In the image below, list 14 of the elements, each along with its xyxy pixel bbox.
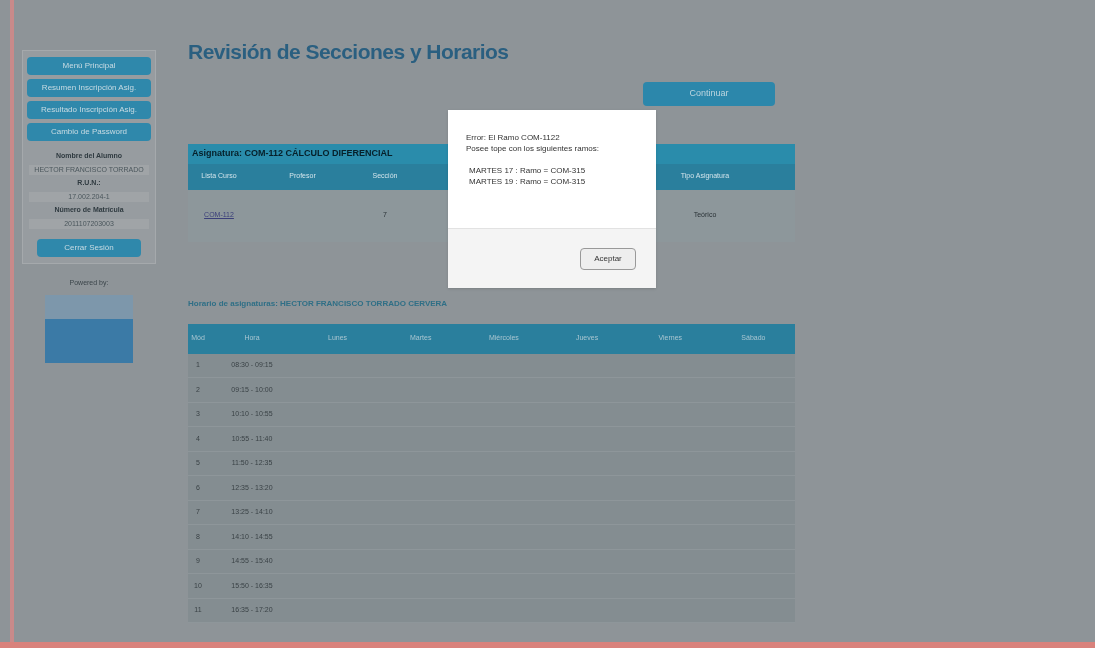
menu-button[interactable]: Menú Principal [27,57,151,75]
conflict-text: MARTES 19 : Ramo = COM-315 [469,176,587,187]
accept-button[interactable]: Aceptar [580,247,636,270]
schedule-caption: Horario de asignaturas: HECTOR FRANCISCO TORRADO CERVERA [188,297,449,310]
conflict-text: MARTES 17 : Ramo = COM-315 [469,165,587,176]
menu-button[interactable]: Resultado Inscripción Asig. [27,101,151,119]
page-title: Revisión de Secciones y Horarios [188,39,510,65]
table-caption: Asignatura: COM-112 CÁLCULO DIFERENCIAL [191,146,394,160]
menu-button[interactable]: Resumen Inscripción Asig. [27,79,151,97]
continue-button[interactable]: Continuar [643,81,775,106]
menu-button[interactable]: Cambio de Password [27,123,151,141]
logout-button[interactable]: Cerrar Sesión [37,239,141,257]
dialog-text: Posee tope con los siguientes ramos: [466,143,600,154]
dialog-text: Error: El Ramo COM-1122 [466,132,561,143]
